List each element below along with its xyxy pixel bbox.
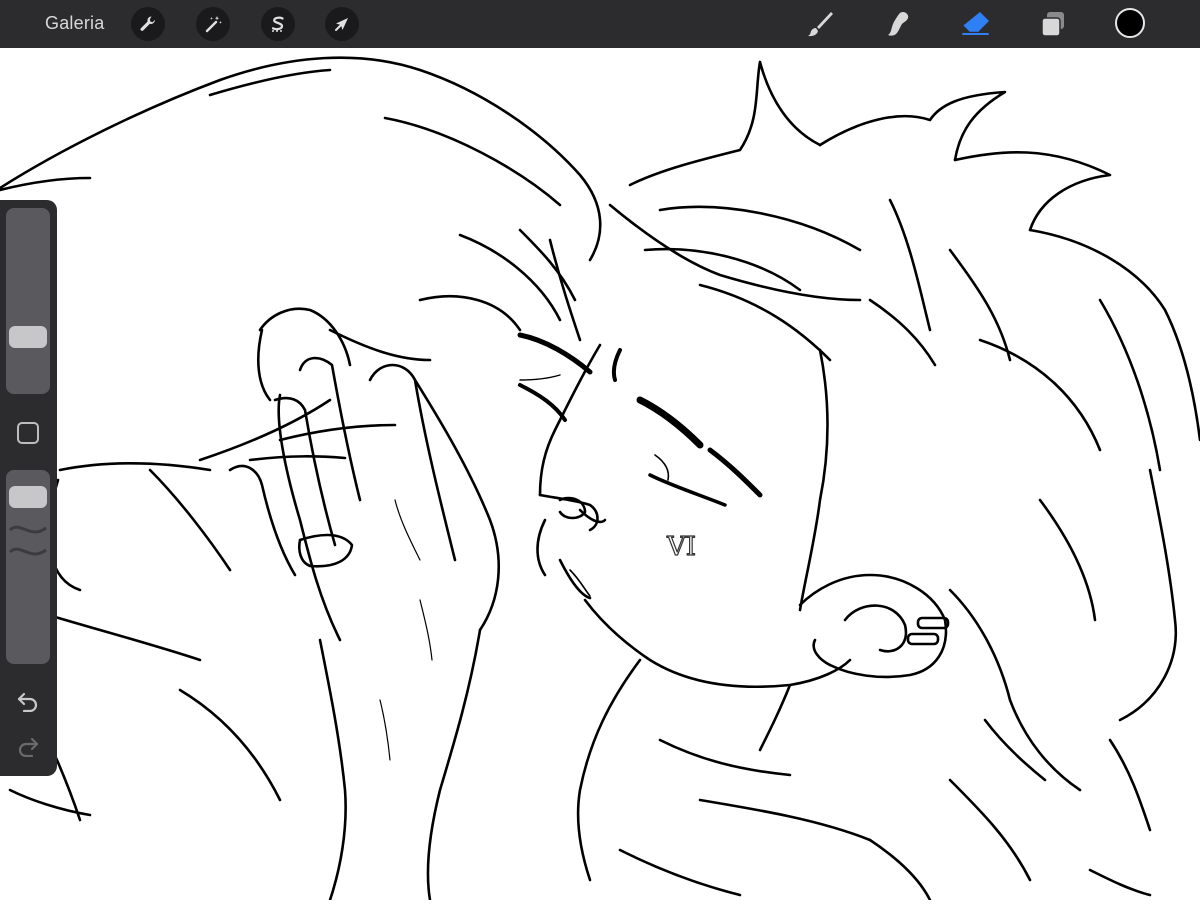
wrench-icon xyxy=(140,16,155,31)
selection-button[interactable] xyxy=(261,7,295,41)
line-art-drawing: VI xyxy=(0,56,1200,902)
gallery-button[interactable]: Galeria xyxy=(45,13,104,34)
brush-size-slider[interactable] xyxy=(6,208,50,394)
drawing-canvas[interactable]: VI xyxy=(0,48,1200,902)
svg-text:VI: VI xyxy=(666,532,696,562)
eraser-icon xyxy=(962,12,989,35)
layers-icon xyxy=(1041,12,1064,37)
magic-wand-icon xyxy=(205,16,222,33)
undo-arrow-icon xyxy=(17,692,38,712)
redo-button[interactable] xyxy=(14,732,42,760)
brush-icon xyxy=(808,12,833,37)
left-sidebar xyxy=(0,200,57,776)
eraser-button[interactable] xyxy=(960,8,992,40)
opacity-slider[interactable] xyxy=(6,470,50,664)
layers-button[interactable] xyxy=(1037,8,1069,40)
smudge-button[interactable] xyxy=(882,8,914,40)
modify-button[interactable] xyxy=(17,422,39,444)
smudge-icon xyxy=(888,12,909,36)
redo-arrow-icon xyxy=(18,737,39,757)
selection-s-icon xyxy=(271,16,284,32)
brush-size-thumb[interactable] xyxy=(9,326,47,349)
arrow-cursor-icon xyxy=(335,18,348,31)
top-toolbar: Galeria xyxy=(0,0,1200,48)
stroke-preview-icon xyxy=(8,525,47,556)
actions-button[interactable] xyxy=(131,7,165,41)
brush-button[interactable] xyxy=(804,8,836,40)
adjustments-button[interactable] xyxy=(196,7,230,41)
color-swatch[interactable] xyxy=(1115,8,1145,38)
undo-button[interactable] xyxy=(14,687,42,715)
transform-button[interactable] xyxy=(325,7,359,41)
opacity-thumb[interactable] xyxy=(9,486,47,509)
